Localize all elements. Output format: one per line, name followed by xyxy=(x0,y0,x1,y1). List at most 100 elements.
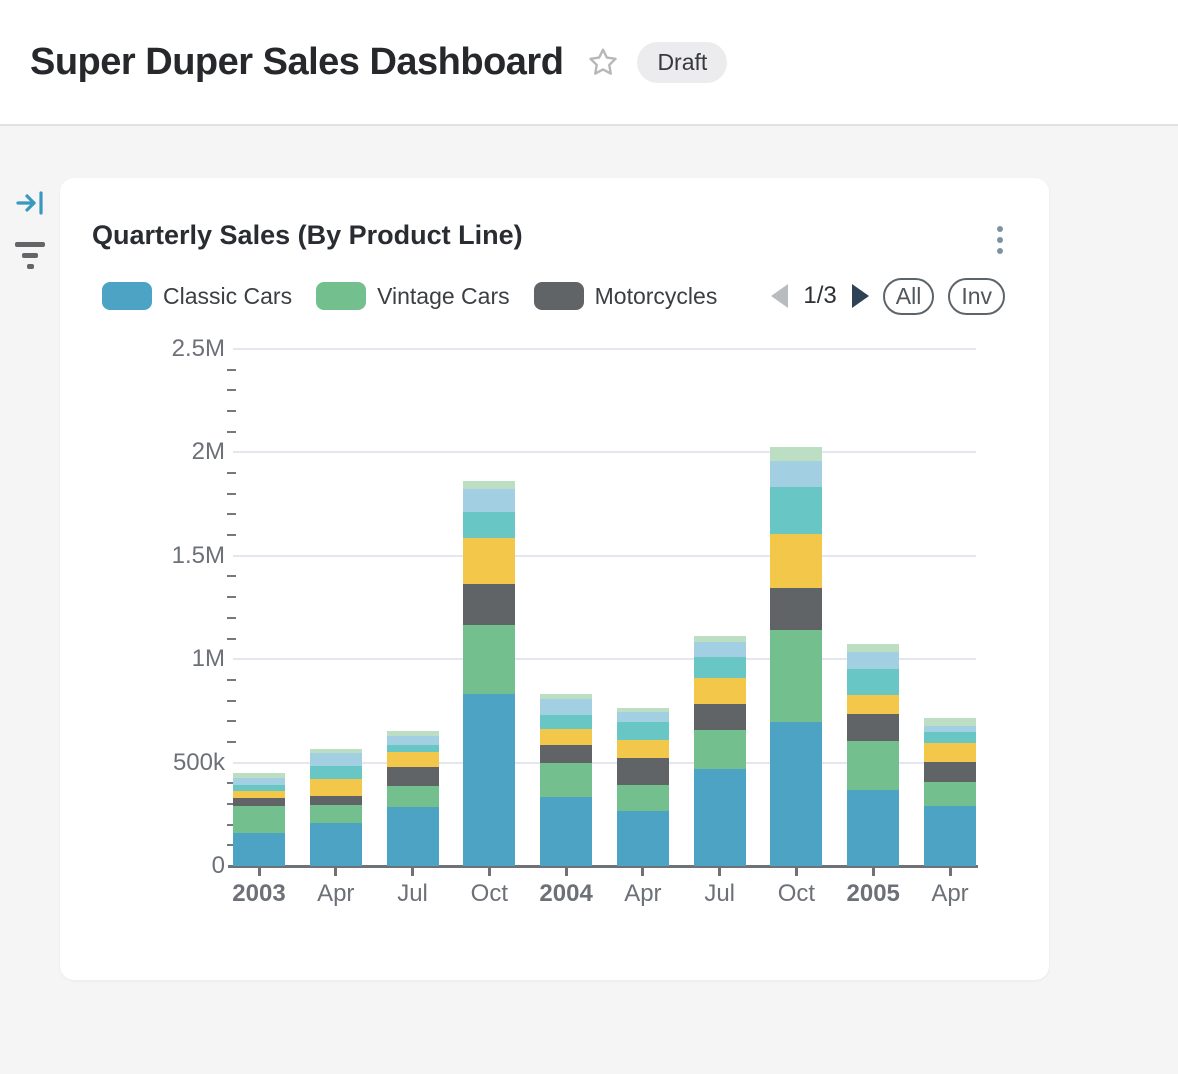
filter-icon[interactable] xyxy=(14,242,46,269)
legend-all-button[interactable]: All xyxy=(883,278,935,315)
bar-segment[interactable] xyxy=(540,797,592,866)
bar-segment[interactable] xyxy=(924,718,976,726)
bar-segment[interactable] xyxy=(310,823,362,866)
bar-segment[interactable] xyxy=(540,715,592,729)
bar-segment[interactable] xyxy=(847,695,899,714)
y-axis-label: 1M xyxy=(55,645,225,673)
bar-segment[interactable] xyxy=(540,763,592,797)
bar-segment[interactable] xyxy=(617,758,669,785)
status-badge: Draft xyxy=(637,42,727,83)
bar-segment[interactable] xyxy=(310,766,362,779)
bar-segment[interactable] xyxy=(463,694,515,866)
bar-segment[interactable] xyxy=(694,636,746,642)
bar-segment[interactable] xyxy=(617,722,669,740)
y-minor-tick xyxy=(227,534,236,536)
collapse-panel-icon[interactable] xyxy=(15,188,45,223)
y-minor-tick xyxy=(227,679,236,681)
bar-segment[interactable] xyxy=(233,778,285,785)
bar-segment[interactable] xyxy=(233,773,285,777)
bar-segment[interactable] xyxy=(770,461,822,488)
bar-segment[interactable] xyxy=(924,726,976,732)
y-axis-label: 500k xyxy=(55,749,225,777)
legend-item[interactable]: Vintage Cars xyxy=(316,282,510,310)
bar-segment[interactable] xyxy=(540,745,592,763)
bar-segment[interactable] xyxy=(847,741,899,789)
bar-segment[interactable] xyxy=(617,811,669,866)
bar-segment[interactable] xyxy=(617,712,669,722)
bar-segment[interactable] xyxy=(694,642,746,657)
bar-segment[interactable] xyxy=(540,729,592,745)
bar-segment[interactable] xyxy=(770,588,822,631)
bar-segment[interactable] xyxy=(387,745,439,752)
bar-segment[interactable] xyxy=(847,790,899,866)
legend-swatch xyxy=(102,282,152,310)
legend-label: Classic Cars xyxy=(163,283,292,310)
bar-segment[interactable] xyxy=(924,806,976,866)
x-axis-tick xyxy=(949,867,952,876)
bar-segment[interactable] xyxy=(233,833,285,867)
bar-segment[interactable] xyxy=(847,652,899,669)
card-menu-kebab-icon[interactable] xyxy=(993,222,1007,258)
bar-segment[interactable] xyxy=(463,584,515,625)
bar-segment[interactable] xyxy=(310,805,362,823)
bar-segment[interactable] xyxy=(847,669,899,695)
bar-segment[interactable] xyxy=(617,740,669,758)
bar-segment[interactable] xyxy=(694,769,746,866)
bar-segment[interactable] xyxy=(770,630,822,722)
bar-segment[interactable] xyxy=(463,538,515,584)
bar-segment[interactable] xyxy=(310,753,362,765)
bar-segment[interactable] xyxy=(310,779,362,796)
bar-segment[interactable] xyxy=(924,732,976,743)
bar-segment[interactable] xyxy=(233,798,285,806)
legend-label: Vintage Cars xyxy=(377,283,510,310)
bar-segment[interactable] xyxy=(387,752,439,767)
bar-segment[interactable] xyxy=(617,785,669,811)
bar-segment[interactable] xyxy=(233,791,285,798)
bar-segment[interactable] xyxy=(694,678,746,704)
page-title: Super Duper Sales Dashboard xyxy=(30,41,563,84)
bar-segment[interactable] xyxy=(387,736,439,745)
legend-pager: 1/3 All Inv xyxy=(771,278,1005,315)
y-minor-tick xyxy=(227,596,236,598)
bar-segment[interactable] xyxy=(847,714,899,741)
bar-segment[interactable] xyxy=(540,694,592,700)
bar-segment[interactable] xyxy=(233,785,285,791)
bar-segment[interactable] xyxy=(924,762,976,782)
bar-segment[interactable] xyxy=(694,657,746,678)
bar-segment[interactable] xyxy=(463,512,515,538)
bar-segment[interactable] xyxy=(617,708,669,712)
bar-segment[interactable] xyxy=(463,625,515,694)
y-axis-label: 2M xyxy=(55,438,225,466)
x-axis-tick xyxy=(718,867,721,876)
bar-segment[interactable] xyxy=(387,767,439,786)
bar-segment[interactable] xyxy=(694,730,746,769)
bar-segment[interactable] xyxy=(770,447,822,460)
legend-next-icon[interactable] xyxy=(852,284,869,308)
bar-segment[interactable] xyxy=(463,489,515,512)
y-minor-tick xyxy=(227,369,236,371)
bar-segment[interactable] xyxy=(387,731,439,736)
bar-segment[interactable] xyxy=(387,786,439,808)
y-minor-tick xyxy=(227,513,236,515)
bar-segment[interactable] xyxy=(310,749,362,753)
bar-segment[interactable] xyxy=(540,699,592,715)
x-axis-tick xyxy=(641,867,644,876)
bar-segment[interactable] xyxy=(770,722,822,866)
bar-segment[interactable] xyxy=(770,534,822,588)
bar-segment[interactable] xyxy=(770,487,822,534)
y-minor-tick xyxy=(227,720,236,722)
bar-segment[interactable] xyxy=(694,704,746,730)
legend-prev-icon[interactable] xyxy=(771,284,788,308)
bar-segment[interactable] xyxy=(463,481,515,489)
bar-segment[interactable] xyxy=(387,807,439,866)
bar-segment[interactable] xyxy=(924,782,976,805)
bar-segment[interactable] xyxy=(310,796,362,805)
bar-segment[interactable] xyxy=(847,644,899,652)
legend-item[interactable]: Motorcycles xyxy=(534,282,718,310)
bar-segment[interactable] xyxy=(924,743,976,762)
bar-segment[interactable] xyxy=(233,806,285,832)
legend-inv-button[interactable]: Inv xyxy=(948,278,1005,315)
favorite-star-icon[interactable] xyxy=(587,46,619,78)
y-minor-tick xyxy=(227,638,236,640)
legend-item[interactable]: Classic Cars xyxy=(102,282,292,310)
